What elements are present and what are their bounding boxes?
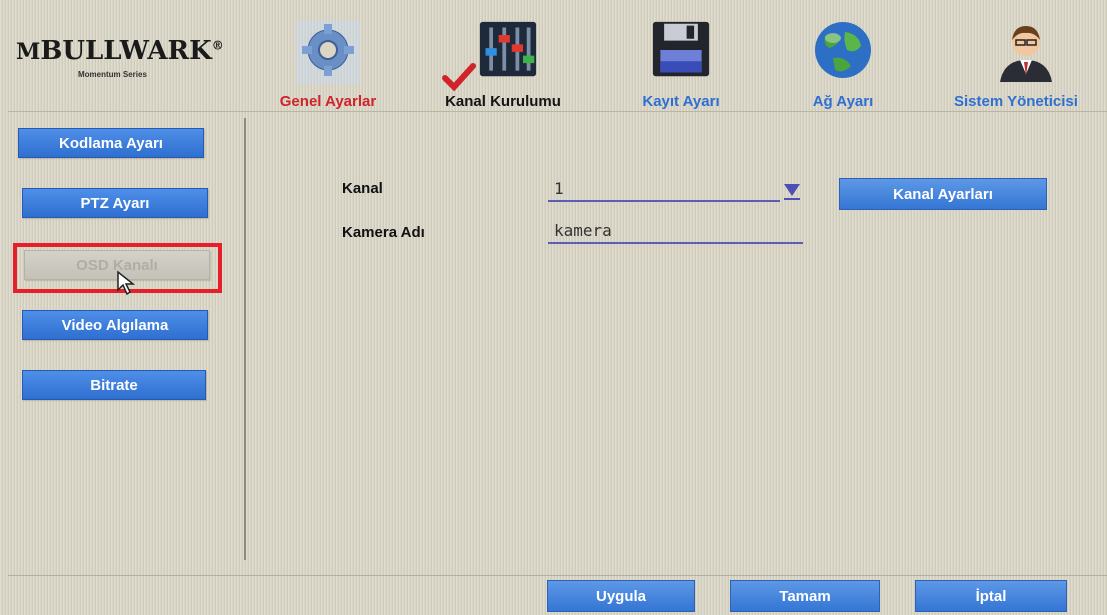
logo-text: MBULLWARK® bbox=[16, 36, 224, 66]
tab-label: Kayıt Ayarı bbox=[642, 93, 720, 110]
gear-icon bbox=[296, 20, 360, 84]
camera-name-input[interactable]: kamera bbox=[548, 218, 803, 244]
tab-label: Ağ Ayarı bbox=[812, 93, 874, 110]
floppy-disk-icon bbox=[652, 21, 710, 77]
top-navigation-bar: MBULLWARK® Momentum Series Genel Ayarlar bbox=[8, 6, 1107, 112]
chevron-down-icon[interactable] bbox=[782, 180, 802, 202]
tab-kayit-ayari[interactable]: Kayıt Ayarı bbox=[616, 20, 746, 112]
globe-icon bbox=[815, 22, 871, 78]
tab-ag-ayari[interactable]: Ağ Ayarı bbox=[788, 20, 898, 112]
sidebar-item-bitrate[interactable]: Bitrate bbox=[22, 370, 206, 400]
logo-series: Momentum Series bbox=[78, 70, 147, 79]
sidebar-item-ptz-ayari[interactable]: PTZ Ayarı bbox=[22, 188, 208, 218]
apply-button[interactable]: Uygula bbox=[547, 580, 695, 612]
ok-button[interactable]: Tamam bbox=[730, 580, 880, 612]
channel-select[interactable]: 1 bbox=[548, 176, 780, 202]
sidebar: Kodlama Ayarı PTZ Ayarı OSD Kanalı Video… bbox=[8, 118, 242, 563]
checkmark-icon bbox=[442, 63, 476, 92]
footer-divider bbox=[8, 575, 1107, 576]
sidebar-item-video-algilama[interactable]: Video Algılama bbox=[22, 310, 208, 340]
tab-label: Sistem Yöneticisi bbox=[954, 93, 1078, 110]
user-icon bbox=[1000, 26, 1052, 82]
mixer-sliders-icon bbox=[479, 21, 537, 77]
bullwark-logo: MBULLWARK® Momentum Series bbox=[16, 36, 224, 88]
tab-label: Kanal Kurulumu bbox=[445, 93, 561, 110]
tab-label: Genel Ayarlar bbox=[279, 93, 377, 110]
tab-kanal-kurulumu[interactable]: Kanal Kurulumu bbox=[428, 20, 578, 112]
sidebar-item-kodlama-ayari[interactable]: Kodlama Ayarı bbox=[18, 128, 204, 158]
mouse-cursor-icon bbox=[117, 270, 136, 296]
kanal-ayarlari-button[interactable]: Kanal Ayarları bbox=[839, 178, 1047, 210]
tab-sistem-yoneticisi[interactable]: Sistem Yöneticisi bbox=[946, 20, 1107, 112]
camera-name-label: Kamera Adı bbox=[342, 224, 425, 241]
sidebar-divider bbox=[244, 118, 246, 560]
channel-label: Kanal bbox=[342, 180, 383, 197]
tab-genel-ayarlar[interactable]: Genel Ayarlar bbox=[258, 20, 398, 112]
logo-mark: M bbox=[16, 39, 41, 65]
cancel-button[interactable]: İptal bbox=[915, 580, 1067, 612]
